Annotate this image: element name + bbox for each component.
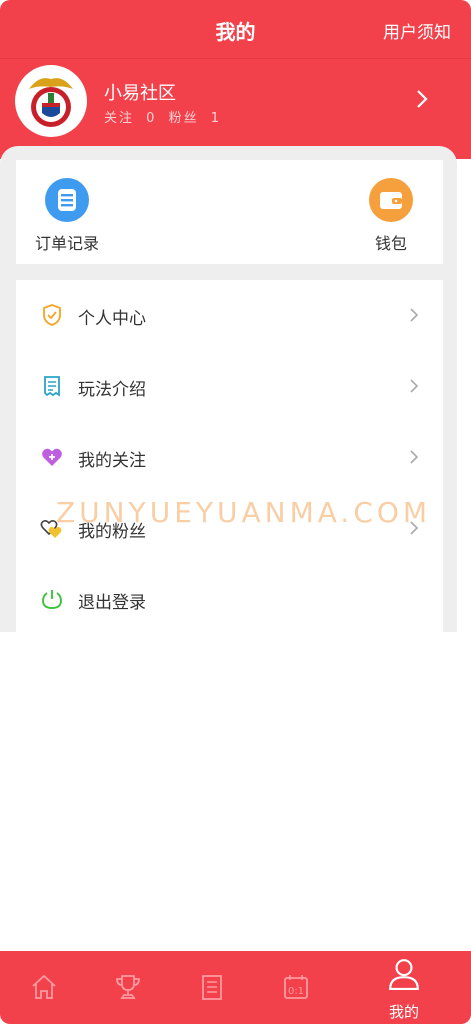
wallet-label: 钱包 [374, 234, 407, 253]
club-crest-icon [17, 67, 85, 135]
chevron-right-icon [410, 450, 419, 464]
tab-trophy[interactable] [98, 951, 158, 1024]
bottom-tab-bar: 0:1 我的 [0, 951, 471, 1024]
tab-mine-label: 我的 [388, 1003, 419, 1021]
power-icon [42, 590, 62, 609]
fans-label[interactable]: 粉丝 [169, 111, 199, 126]
chevron-right-icon [410, 308, 419, 322]
chevron-right-icon[interactable] [410, 87, 434, 111]
tab-records[interactable] [182, 951, 242, 1024]
user-notice-link[interactable]: 用户须知 [383, 18, 451, 43]
home-icon [32, 974, 56, 999]
menu-item-logout[interactable]: 退出登录 [16, 564, 443, 634]
fans-count[interactable]: 1 [211, 111, 221, 126]
svg-text:0:1: 0:1 [288, 986, 304, 997]
watermark-text: ZUNYUEYUANMA.COM [56, 496, 432, 529]
content-panel: 订单记录 钱包 个人中心 玩法介绍 我的关注 我的粉丝 退出登录 [0, 146, 457, 632]
tab-mine[interactable]: 我的 [374, 951, 434, 1024]
menu-item-label: 我的关注 [78, 451, 146, 471]
follow-count[interactable]: 0 [146, 111, 156, 126]
chevron-right-icon [410, 379, 419, 393]
menu-item-personal-center[interactable]: 个人中心 [16, 280, 443, 350]
avatar[interactable] [15, 65, 87, 137]
wallet-button[interactable]: 钱包 [361, 178, 421, 254]
menu-item-how-to-play[interactable]: 玩法介绍 [16, 351, 443, 421]
wallet-icon [369, 178, 413, 222]
username: 小易社区 [104, 83, 176, 104]
tab-scores[interactable]: 0:1 [266, 951, 326, 1024]
top-bar: 我的 用户须知 [0, 0, 471, 58]
tab-home[interactable] [14, 951, 74, 1024]
heart-plus-icon [42, 448, 62, 466]
receipt-icon [44, 376, 60, 397]
menu-item-label: 退出登录 [78, 593, 146, 613]
menu-item-label: 个人中心 [78, 309, 146, 329]
clipboard-icon [202, 975, 222, 1000]
shield-check-icon [43, 304, 61, 326]
calendar-score-icon: 0:1 [284, 975, 308, 999]
order-records-label: 订单记录 [34, 234, 99, 253]
follow-label[interactable]: 关注 [104, 111, 134, 126]
order-list-icon [45, 178, 89, 222]
menu-item-label: 玩法介绍 [78, 380, 146, 400]
profile-section[interactable]: 小易社区 关注 0 粉丝 1 [0, 58, 471, 159]
quick-actions-card: 订单记录 钱包 [16, 160, 443, 264]
user-icon [389, 959, 419, 990]
trophy-icon [116, 975, 140, 999]
menu-list: 个人中心 玩法介绍 我的关注 我的粉丝 退出登录 [16, 280, 443, 632]
follow-stats: 关注 0 粉丝 1 [104, 107, 227, 126]
order-records-button[interactable]: 订单记录 [32, 178, 102, 254]
menu-item-my-follows[interactable]: 我的关注 [16, 422, 443, 492]
